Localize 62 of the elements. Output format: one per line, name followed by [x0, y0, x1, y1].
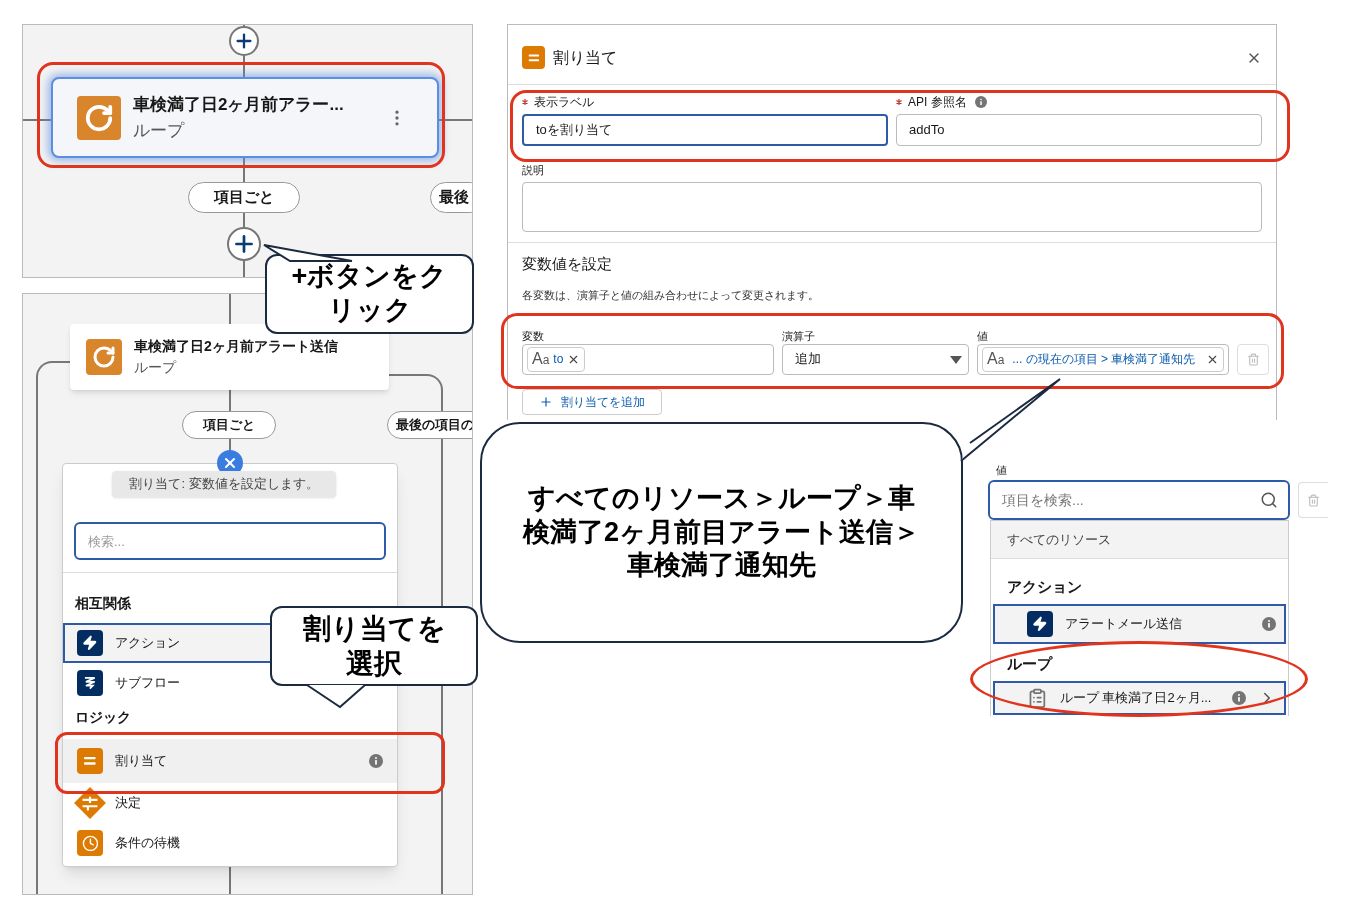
- lightning-icon: [1027, 611, 1053, 637]
- section-heading: ロジック: [75, 709, 131, 725]
- search-icon: [1260, 491, 1279, 509]
- loop-icon: [77, 95, 121, 140]
- node-type: ループ: [134, 358, 178, 377]
- clipboard-icon: [1027, 687, 1048, 709]
- field-label: API 参照名: [908, 94, 967, 111]
- text-type-icon: Aa: [987, 351, 1005, 367]
- field-label: 値: [995, 463, 1007, 478]
- branch-label: 項目ごと: [188, 182, 300, 213]
- lightning-icon: [77, 630, 103, 656]
- clock-icon: [77, 830, 103, 856]
- loop-icon: [86, 339, 122, 375]
- breadcrumb[interactable]: すべてのリソース: [991, 521, 1288, 559]
- caret-down-icon: [950, 356, 962, 364]
- panel-title: 割り当て: [553, 47, 618, 68]
- node-title: 車検満了日2ヶ月前アラー...: [133, 94, 345, 116]
- branch-label: 項目ごと: [182, 411, 276, 439]
- value-path: ... の現在の項目 > 車検満了通知先: [1012, 351, 1197, 368]
- menu-item[interactable]: 割り当て: [63, 739, 397, 783]
- section-heading: 変数値を設定: [522, 253, 613, 274]
- section-hint: 各変数は、演算子と値の組み合わせによって変更されます。: [522, 288, 820, 303]
- add-button[interactable]: [227, 227, 261, 261]
- close-icon: [222, 455, 238, 471]
- plus-icon: [539, 394, 553, 409]
- field-label: 説明: [522, 163, 544, 178]
- operator-select[interactable]: 追加: [782, 343, 969, 375]
- search-field[interactable]: 検索...: [74, 522, 386, 560]
- group-heading: アクション: [1007, 578, 1082, 595]
- loop-node[interactable]: 車検満了日2ヶ月前アラート送信 ループ: [70, 324, 389, 390]
- column-label: 変数: [522, 328, 545, 344]
- hint-tooltip: 割り当て: 変数値を設定します。: [112, 471, 336, 497]
- menu-item[interactable]: 決定: [63, 783, 397, 823]
- text-type-icon: Aa: [532, 351, 550, 367]
- column-label: 値: [977, 328, 989, 344]
- annotation-tooltip: すべてのリソース＞ループ＞車検満了2ヶ月前目アラート送信＞車検満了通知先: [480, 422, 963, 643]
- description-field[interactable]: [522, 181, 1262, 232]
- branch-label: 最後: [430, 182, 472, 213]
- subflow-icon: [77, 670, 103, 696]
- menu-item[interactable]: 条件の待機: [63, 823, 397, 863]
- variable-name: to: [553, 351, 564, 368]
- node-title: 車検満了日2ヶ月前アラート送信: [134, 337, 338, 356]
- trash-icon: [1307, 493, 1321, 507]
- field-label: 表示ラベル: [534, 94, 594, 111]
- section-heading: 相互関係: [75, 595, 131, 611]
- text-field[interactable]: toを割り当て: [522, 114, 888, 146]
- loop-node[interactable]: 車検満了日2ヶ月前アラー... ループ: [51, 77, 439, 158]
- search-field[interactable]: 項目を検索...: [988, 480, 1291, 520]
- group-heading: ループ: [1007, 655, 1052, 672]
- equals-icon: [522, 46, 545, 69]
- variable-field[interactable]: Aa to: [522, 343, 774, 375]
- column-label: 演算子: [782, 328, 816, 344]
- node-type: ループ: [133, 119, 186, 142]
- variable-pill[interactable]: Aa to: [527, 346, 586, 372]
- resource-item[interactable]: アラートメール送信: [993, 604, 1286, 644]
- resource-item[interactable]: ループ 車検満了日2ヶ月...: [993, 681, 1286, 715]
- add-button[interactable]: [229, 26, 259, 56]
- add-assignment-button[interactable]: 割り当てを追加: [522, 388, 662, 415]
- equals-icon: [77, 748, 103, 774]
- decision-icon: [73, 786, 107, 820]
- trash-icon: [1246, 352, 1260, 366]
- text-field[interactable]: addTo: [896, 114, 1262, 146]
